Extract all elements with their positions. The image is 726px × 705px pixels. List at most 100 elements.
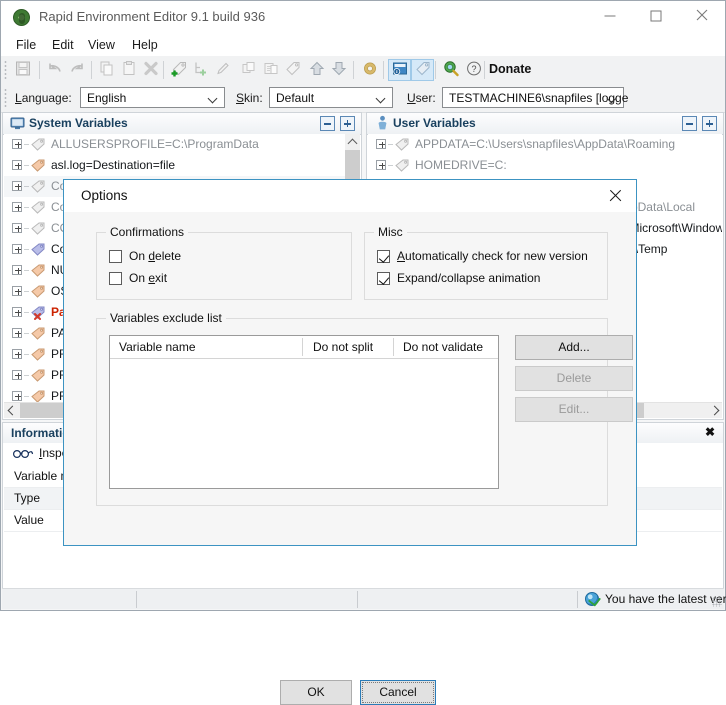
dialog-close-button[interactable] [606, 186, 626, 206]
tag-icon [31, 264, 45, 277]
status-bar: You have the latest version of R [2, 588, 726, 609]
row-label: Type [14, 491, 41, 505]
resize-grip[interactable] [712, 597, 722, 607]
collapse-all-icon[interactable] [682, 116, 697, 131]
tree-line [24, 249, 29, 250]
copy-variable-button[interactable] [237, 59, 260, 81]
move-up-icon [309, 61, 325, 80]
expand-icon[interactable] [12, 139, 22, 149]
column-do-not-split[interactable]: Do not split [313, 340, 373, 354]
move-up-button[interactable] [305, 59, 328, 81]
tag-icon [31, 327, 45, 340]
show-info-button[interactable] [388, 59, 411, 81]
list-item-label: asl.log=Destination=file [51, 158, 176, 172]
tag-icon [31, 159, 45, 172]
list-item[interactable]: ALLUSERSPROFILE=C:\ProgramData [4, 134, 360, 155]
chevron-right-icon [709, 405, 720, 416]
paste-icon [121, 61, 137, 80]
skin-select[interactable]: Default [269, 87, 393, 108]
toolbar: ? Donate [1, 56, 725, 85]
undo-button[interactable] [43, 59, 66, 81]
exclude-list-view[interactable]: Variable name Do not split Do not valida… [109, 335, 499, 489]
redo-button[interactable] [65, 59, 88, 81]
scroll-up-button[interactable] [345, 134, 360, 150]
menu-view[interactable]: View [81, 37, 122, 54]
add-value-button[interactable] [189, 59, 212, 81]
tree-line [388, 144, 393, 145]
search-button[interactable] [439, 59, 462, 81]
expand-icon[interactable] [12, 244, 22, 254]
scroll-left-button[interactable] [4, 403, 19, 418]
options-dialog: Options Confirmations On delete On exit … [63, 179, 637, 705]
collapse-all-icon[interactable] [320, 116, 335, 131]
edit-button[interactable] [211, 59, 234, 81]
column-do-not-validate[interactable]: Do not validate [403, 340, 483, 354]
expand-icon[interactable] [12, 391, 22, 401]
minimize-button[interactable] [587, 1, 633, 31]
settings-row-grip[interactable] [4, 88, 7, 108]
delete-button[interactable]: Delete [515, 366, 633, 391]
expand-icon[interactable] [12, 223, 22, 233]
expand-icon[interactable] [12, 349, 22, 359]
column-variable-name[interactable]: Variable name [119, 340, 196, 354]
tree-line [24, 186, 29, 187]
paste-button[interactable] [117, 59, 140, 81]
expand-icon[interactable] [12, 370, 22, 380]
information-close-button[interactable]: ✖ [703, 425, 717, 439]
chevron-down-icon [608, 94, 616, 102]
list-item[interactable]: APPDATA=C:\Users\snapfiles\AppData\Roami… [368, 134, 722, 155]
show-tags-button[interactable] [411, 59, 434, 81]
help-button[interactable]: ? [462, 59, 485, 81]
language-value: English [87, 91, 127, 105]
expand-icon[interactable] [376, 160, 386, 170]
menu-edit[interactable]: Edit [45, 37, 81, 54]
column-divider[interactable] [393, 338, 394, 356]
toolbar-grip[interactable] [4, 60, 7, 80]
language-select[interactable]: English [80, 87, 225, 108]
close-button[interactable] [679, 1, 725, 31]
cancel-button[interactable]: Cancel [360, 680, 436, 705]
chevron-up-icon [347, 138, 358, 149]
exclude-list-header: Variable name Do not split Do not valida… [110, 336, 498, 359]
list-item[interactable]: asl.log=Destination=file [4, 155, 360, 176]
expand-icon[interactable] [12, 265, 22, 275]
expand-icon[interactable] [12, 181, 22, 191]
auto-check-version-checkbox[interactable] [377, 250, 390, 263]
menu-file[interactable]: File [9, 37, 43, 54]
paste-variable-button[interactable] [259, 59, 282, 81]
on-exit-label: On exit [129, 271, 168, 285]
scroll-right-button[interactable] [707, 403, 722, 418]
list-item[interactable]: HOMEDRIVE=C: [368, 155, 722, 176]
expand-icon[interactable] [12, 307, 22, 317]
save-button[interactable] [11, 59, 34, 81]
expand-icon[interactable] [12, 328, 22, 338]
expand-icon[interactable] [12, 286, 22, 296]
on-delete-checkbox[interactable] [109, 250, 122, 263]
donate-button[interactable]: Donate [489, 62, 531, 76]
maximize-button[interactable] [633, 1, 679, 31]
misc-group: Misc Automatically check for new version… [364, 225, 608, 300]
expand-collapse-animation-label: Expand/collapse animation [397, 271, 541, 285]
column-divider[interactable] [302, 338, 303, 356]
expand-icon[interactable] [12, 160, 22, 170]
on-exit-checkbox[interactable] [109, 272, 122, 285]
settings-gear-icon [361, 60, 378, 80]
user-select[interactable]: TESTMACHINE6\snapfiles [logge [442, 87, 628, 108]
add-variable-button[interactable] [167, 59, 190, 81]
settings-button[interactable] [358, 59, 381, 81]
menu-help[interactable]: Help [125, 37, 165, 54]
expand-icon[interactable] [376, 139, 386, 149]
copy-variable-icon [241, 61, 257, 80]
add-button[interactable]: Add... [515, 335, 633, 360]
expand-icon[interactable] [12, 202, 22, 212]
copy-button[interactable] [95, 59, 118, 81]
ok-button[interactable]: OK [280, 680, 352, 705]
edit-button[interactable]: Edit... [515, 397, 633, 422]
delete-button[interactable] [139, 59, 162, 81]
move-down-button[interactable] [327, 59, 350, 81]
expand-all-icon[interactable] [702, 116, 717, 131]
expand-collapse-animation-checkbox[interactable] [377, 272, 390, 285]
tree-line [24, 333, 29, 334]
expand-all-icon[interactable] [340, 116, 355, 131]
tag-button[interactable] [281, 59, 304, 81]
